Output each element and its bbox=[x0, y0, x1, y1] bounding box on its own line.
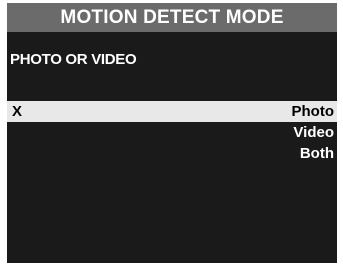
camera-menu-screen: MOTION DETECT MODE PHOTO OR VIDEO X Phot… bbox=[7, 3, 337, 263]
menu-title: MOTION DETECT MODE bbox=[60, 6, 284, 28]
option-label: Photo bbox=[291, 103, 335, 120]
setting-label: PHOTO OR VIDEO bbox=[10, 51, 137, 68]
option-label: Both bbox=[299, 145, 334, 162]
option-both[interactable]: Both bbox=[7, 143, 337, 164]
selection-marker: X bbox=[12, 103, 23, 120]
option-video[interactable]: Video bbox=[7, 122, 337, 143]
title-bar: MOTION DETECT MODE bbox=[7, 3, 337, 32]
option-label: Video bbox=[293, 124, 334, 141]
option-photo[interactable]: X Photo bbox=[7, 101, 337, 122]
